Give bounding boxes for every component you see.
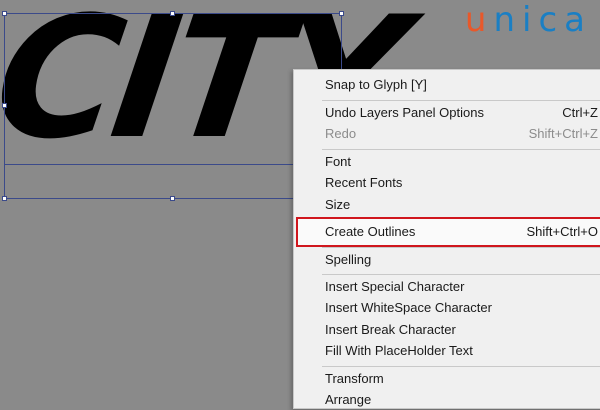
menu-item-create-outlines[interactable]: Create Outlines Shift+Ctrl+O: [294, 222, 600, 242]
menu-item-spelling[interactable]: Spelling: [294, 250, 600, 270]
resize-handle-top-right[interactable]: [339, 11, 344, 16]
menu-item-font[interactable]: Font: [294, 152, 600, 172]
selection-bounding-box: [4, 13, 342, 199]
menu-item-label: Spelling: [325, 252, 372, 267]
menu-item-redo: Redo Shift+Ctrl+Z: [294, 124, 600, 144]
logo-first-letter: u: [464, 0, 494, 40]
menu-separator: [322, 274, 600, 275]
menu-item-snap-to-glyph[interactable]: Snap to Glyph [Y]: [294, 75, 600, 95]
menu-item-label: Fill With PlaceHolder Text: [325, 343, 473, 358]
menu-item-label: Snap to Glyph [Y]: [325, 77, 427, 92]
menu-separator: [322, 247, 600, 248]
menu-item-insert-special-character[interactable]: Insert Special Character: [294, 277, 600, 297]
menu-item-transform[interactable]: Transform: [294, 369, 600, 389]
menu-item-label: Insert Special Character: [325, 279, 465, 294]
text-baseline: [4, 164, 304, 165]
menu-item-label: Redo: [325, 126, 357, 141]
menu-item-label: Font: [325, 154, 352, 169]
unica-logo: unica: [465, 0, 592, 40]
menu-item-label: Recent Fonts: [325, 175, 403, 190]
resize-handle-top-left[interactable]: [2, 11, 7, 16]
resize-handle-bottom-left[interactable]: [2, 196, 7, 201]
menu-item-insert-whitespace-character[interactable]: Insert WhiteSpace Character: [294, 298, 600, 318]
menu-item-shortcut: Ctrl+Z: [562, 105, 598, 120]
menu-item-arrange[interactable]: Arrange: [294, 390, 600, 410]
menu-item-recent-fonts[interactable]: Recent Fonts: [294, 173, 600, 193]
menu-separator: [322, 366, 600, 367]
menu-item-label: Size: [325, 197, 351, 212]
resize-handle-top-center[interactable]: [170, 11, 175, 16]
menu-item-label: Create Outlines: [325, 224, 416, 239]
menu-item-label: Arrange: [325, 392, 372, 407]
menu-item-size[interactable]: Size: [294, 195, 600, 215]
menu-item-label: Insert WhiteSpace Character: [325, 300, 492, 315]
logo-rest: nica: [493, 0, 592, 40]
menu-item-label: Undo Layers Panel Options: [325, 105, 484, 120]
resize-handle-middle-left[interactable]: [2, 103, 7, 108]
menu-item-undo[interactable]: Undo Layers Panel Options Ctrl+Z: [294, 103, 600, 123]
menu-separator: [322, 149, 600, 150]
menu-item-fill-placeholder-text[interactable]: Fill With PlaceHolder Text: [294, 341, 600, 361]
menu-item-shortcut: Shift+Ctrl+O: [526, 224, 598, 239]
menu-separator: [322, 100, 600, 101]
menu-item-label: Transform: [325, 371, 384, 386]
menu-item-label: Insert Break Character: [325, 322, 456, 337]
context-menu: Snap to Glyph [Y] Undo Layers Panel Opti…: [293, 69, 600, 409]
resize-handle-bottom-center[interactable]: [170, 196, 175, 201]
menu-item-insert-break-character[interactable]: Insert Break Character: [294, 320, 600, 340]
menu-item-shortcut: Shift+Ctrl+Z: [528, 126, 598, 141]
